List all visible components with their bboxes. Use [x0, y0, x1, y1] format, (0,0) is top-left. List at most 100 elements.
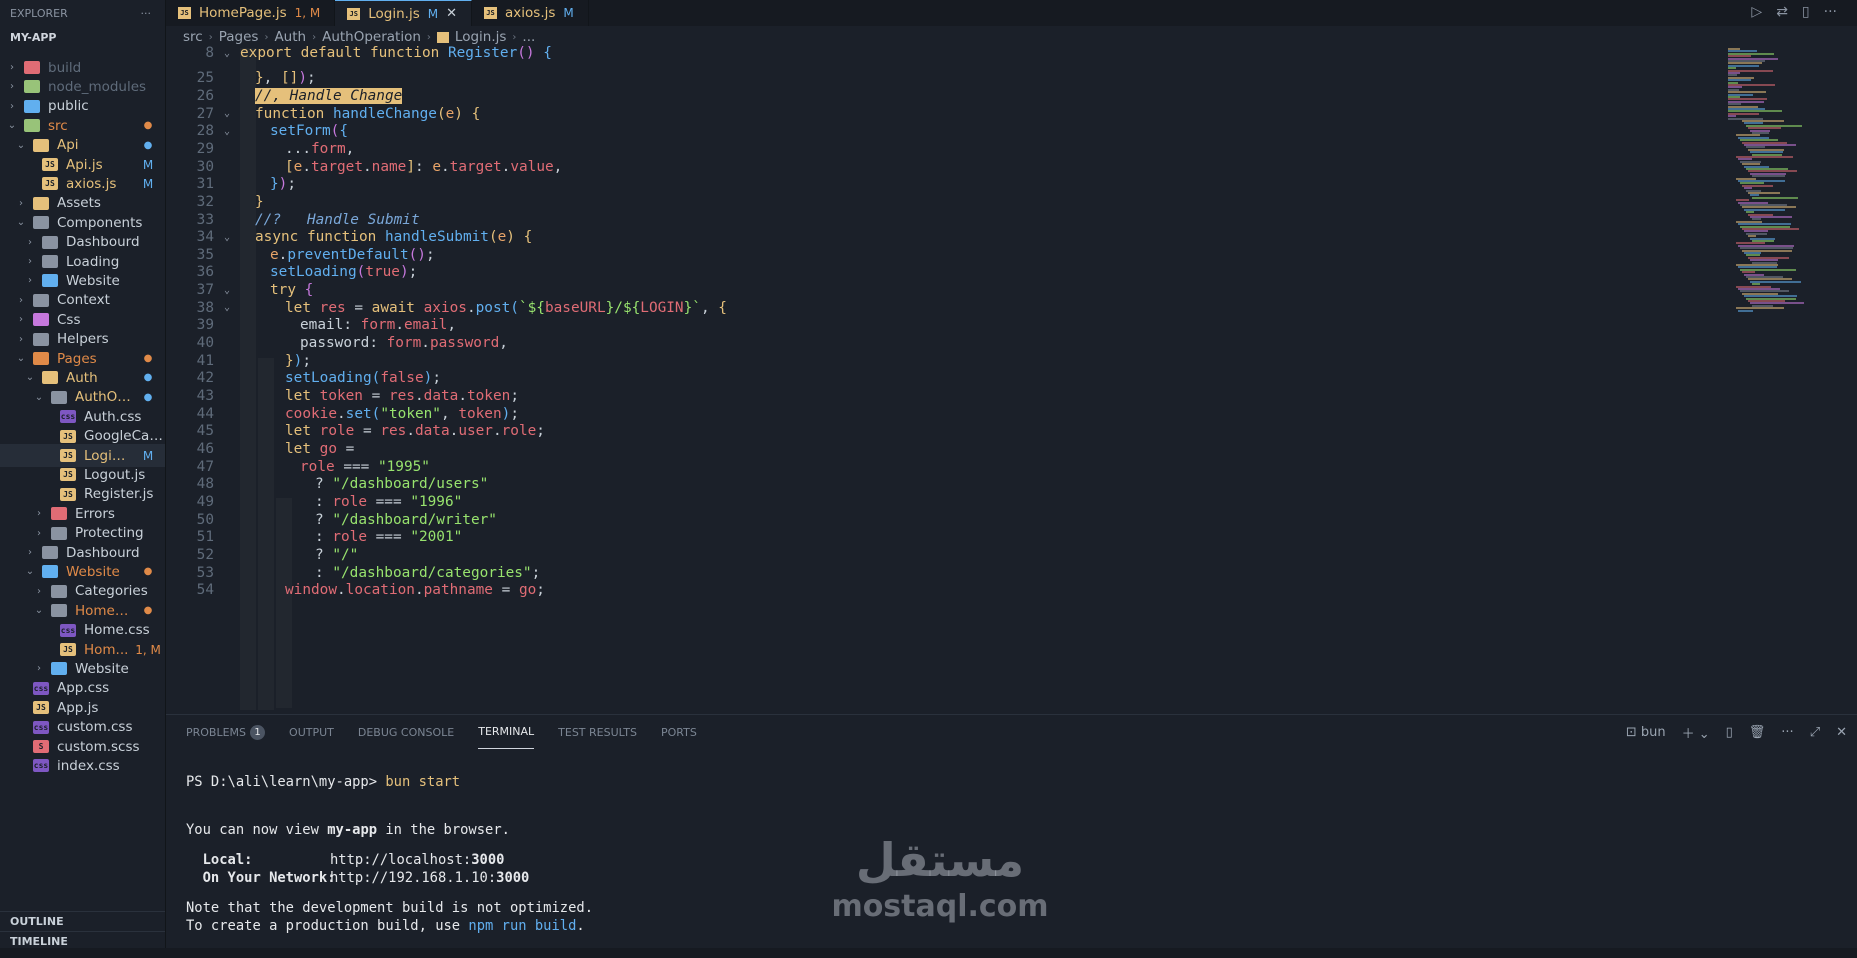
network-port[interactable]: 3000: [496, 870, 529, 886]
panel-tab-test-results[interactable]: TEST RESULTS: [558, 715, 637, 749]
code-text: window.location.pathname = go;: [240, 582, 545, 598]
js-file-icon: JS: [42, 158, 58, 171]
js-file-icon: JS: [60, 449, 76, 462]
code-token: .: [406, 423, 415, 440]
local-url[interactable]: http://localhost:: [330, 852, 471, 868]
tab-label: Login.js: [368, 5, 420, 22]
tab-homepage-js[interactable]: JS HomePage.js 1, M: [166, 0, 336, 26]
code-token: ===: [366, 529, 411, 546]
tree-item[interactable]: css index.css: [0, 754, 165, 777]
code-token: (: [371, 370, 381, 387]
code-token: {: [304, 282, 314, 299]
chevron-down-icon: ⌄: [7, 120, 17, 132]
code-token: function: [255, 105, 333, 122]
fold-chevron-icon[interactable]: ⌄: [214, 285, 240, 296]
tab-axios-js[interactable]: JS axios.js M: [472, 0, 589, 26]
close-panel-icon[interactable]: ✕: [1836, 725, 1847, 740]
code-text: ? "/dashboard/writer": [240, 512, 497, 528]
panel-tab-output[interactable]: OUTPUT: [289, 715, 334, 749]
more-icon[interactable]: ···: [1824, 4, 1837, 20]
folder-icon: [51, 662, 67, 676]
tree-item-label: Auth: [66, 369, 98, 386]
code-token: ,: [447, 317, 456, 334]
code-token: setLoading: [285, 370, 372, 387]
code-token: =: [345, 299, 372, 316]
chevron-right-icon: ›: [10, 62, 14, 73]
code-token: async: [255, 229, 307, 246]
fold-chevron-icon[interactable]: ⌄: [214, 232, 240, 243]
minimap[interactable]: [1726, 48, 1846, 348]
code-text: : role === "2001": [240, 529, 462, 545]
panel-tab-debug-console[interactable]: DEBUG CONSOLE: [358, 715, 454, 749]
workspace-root-label: MY-APP: [10, 30, 57, 44]
code-text: async function handleSubmit(e) {: [240, 229, 532, 245]
workspace-root[interactable]: MY-APP: [0, 26, 165, 48]
line-number: 46: [196, 440, 214, 457]
kill-terminal-icon[interactable]: 🗑: [1749, 725, 1766, 740]
js-file-icon: JS: [347, 7, 361, 20]
terminal-shell-icon[interactable]: ⊡ bun: [1626, 725, 1666, 740]
code-editor[interactable]: 8 ⌄ export default function Register() {25…: [166, 45, 1857, 714]
code-text: //? Handle Submit: [240, 212, 420, 228]
panel-tab-problems[interactable]: PROBLEMS 1: [186, 715, 266, 749]
modified-dot-icon: ●: [143, 566, 153, 578]
line-number: 36: [196, 264, 214, 281]
status-bar: [0, 948, 1857, 958]
new-terminal-icon[interactable]: ＋ ⌄: [1682, 723, 1710, 742]
code-token: "/dashboard/writer": [332, 511, 497, 528]
terminal-prompt: PS D:\ali\learn\my-app>: [186, 774, 386, 790]
code-token: ===: [334, 458, 378, 475]
code-token: let: [285, 423, 320, 440]
code-token: `${: [518, 299, 545, 316]
source-control-icon[interactable]: ⇄: [1776, 4, 1788, 20]
line-number: 44: [196, 405, 214, 422]
outline-section[interactable]: OUTLINE: [0, 911, 165, 931]
run-icon[interactable]: ▷: [1751, 4, 1762, 20]
line-number: 29: [196, 140, 214, 157]
line-number: 41: [196, 352, 214, 369]
split-terminal-icon[interactable]: ▯: [1726, 725, 1733, 740]
code-token: ;: [536, 423, 545, 440]
tree-item-label: Hom...: [84, 641, 129, 658]
code-token: .: [458, 388, 467, 404]
chevron-down-icon: ⌄: [34, 391, 44, 403]
folder-icon: [33, 138, 49, 152]
network-url[interactable]: http://192.168.1.10:: [330, 870, 496, 886]
code-token: let: [285, 440, 320, 457]
chevron-right-icon: ›: [512, 31, 517, 43]
panel-tab-label: OUTPUT: [289, 725, 334, 739]
folder-icon: [33, 313, 49, 327]
tree-item-label: Categories: [75, 583, 148, 600]
panel-tab-ports[interactable]: PORTS: [661, 715, 697, 749]
fold-chevron-icon[interactable]: ⌄: [214, 108, 240, 119]
git-status-badge: M: [142, 176, 154, 191]
code-text: });: [240, 353, 311, 369]
close-tab-icon[interactable]: ✕: [446, 6, 457, 21]
code-token: (: [488, 229, 498, 246]
fold-chevron-icon[interactable]: ⌄: [214, 302, 240, 313]
code-token: setLoading: [270, 264, 357, 281]
fold-chevron-icon[interactable]: ⌄: [214, 126, 240, 137]
panel-tab-terminal[interactable]: TERMINAL: [478, 715, 535, 749]
local-port[interactable]: 3000: [471, 852, 504, 868]
tree-item-label: App.css: [57, 680, 110, 697]
chevron-down-icon: ⌄: [25, 566, 35, 578]
more-actions-icon[interactable]: ···: [141, 7, 152, 20]
tree-item-label: Website: [66, 272, 120, 289]
more-icon[interactable]: ···: [1781, 725, 1793, 740]
code-token: e: [497, 229, 507, 246]
code-token: false: [380, 370, 424, 387]
maximize-panel-icon[interactable]: ⤢: [1810, 725, 1820, 740]
line-number: 52: [196, 546, 214, 563]
code-token: ;: [531, 564, 541, 581]
code-token: (): [517, 45, 544, 61]
tab-status-badge: M: [427, 6, 439, 21]
tree-item-label: App.js: [57, 699, 99, 716]
split-editor-icon[interactable]: ▯: [1802, 4, 1810, 20]
fold-chevron-icon[interactable]: ⌄: [214, 48, 240, 59]
folder-icon: [33, 216, 49, 230]
chevron-right-icon: ›: [208, 31, 213, 43]
tab-login-js[interactable]: JS Login.js M ✕: [335, 0, 473, 26]
tree-item-label: Helpers: [57, 331, 109, 348]
code-token: =: [354, 423, 381, 440]
